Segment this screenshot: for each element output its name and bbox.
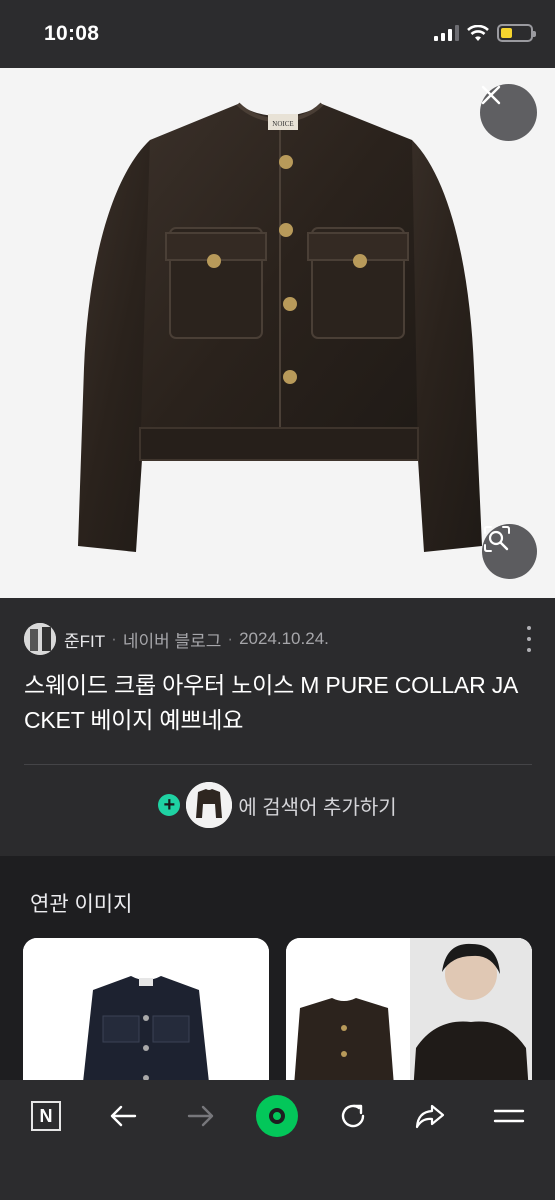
add-keyword-label: 에 검색어 추가하기: [238, 796, 397, 819]
cellular-signal-icon: [434, 25, 459, 41]
author-name[interactable]: 준FIT: [64, 627, 105, 652]
arrow-right-icon: [187, 1105, 214, 1127]
keyword-thumbnail: [186, 782, 233, 828]
status-icons: [434, 22, 536, 44]
back-button[interactable]: [98, 1096, 148, 1136]
author-avatar[interactable]: [24, 623, 56, 655]
source-row[interactable]: 준FIT · 네이버 블로그 · 2024.10.24.: [24, 622, 534, 656]
post-title[interactable]: 스웨이드 크롭 아우터 노이스 M PURE COLLAR JACKET 베이지…: [24, 668, 534, 738]
source-meta: 준FIT · 네이버 블로그 · 2024.10.24.: [64, 627, 329, 652]
related-images-title: 연관 이미지: [30, 893, 133, 916]
more-vertical-icon[interactable]: [524, 626, 534, 652]
forward-button[interactable]: [176, 1096, 226, 1136]
menu-icon: [493, 1109, 525, 1123]
bottom-toolbar: N: [0, 1080, 555, 1200]
refresh-icon: [341, 1104, 365, 1128]
image-search-button[interactable]: [482, 524, 537, 579]
separator-dot: ·: [111, 629, 117, 648]
close-button[interactable]: [480, 84, 537, 141]
status-time: 10:08: [44, 22, 100, 45]
battery-icon: [497, 24, 536, 42]
image-search-icon: [484, 526, 510, 552]
arrow-left-icon: [110, 1105, 137, 1127]
share-button[interactable]: [405, 1096, 455, 1136]
main-image[interactable]: NOICE: [0, 68, 555, 598]
naver-home-button[interactable]: N: [21, 1096, 71, 1136]
refresh-button[interactable]: [328, 1096, 378, 1136]
plus-icon: +: [158, 794, 181, 816]
menu-button[interactable]: [484, 1096, 534, 1136]
wifi-icon: [467, 24, 489, 41]
status-bar: 10:08: [0, 0, 555, 68]
jacket-image: NOICE: [78, 102, 482, 552]
jacket-label: NOICE: [272, 120, 293, 128]
image-info: 준FIT · 네이버 블로그 · 2024.10.24. 스웨이드 크롭 아우터…: [0, 598, 555, 850]
share-icon: [415, 1104, 445, 1129]
source-platform: 네이버 블로그: [122, 631, 222, 651]
separator-dot: ·: [227, 629, 234, 648]
close-icon: [481, 85, 501, 105]
green-circle-icon: [256, 1095, 298, 1137]
divider: [24, 764, 532, 765]
naver-n-icon: N: [31, 1101, 61, 1131]
post-date: 2024.10.24.: [239, 629, 329, 648]
green-dot-button[interactable]: [252, 1095, 302, 1137]
add-keyword-button[interactable]: + 에 검색어 추가하기: [0, 780, 555, 830]
